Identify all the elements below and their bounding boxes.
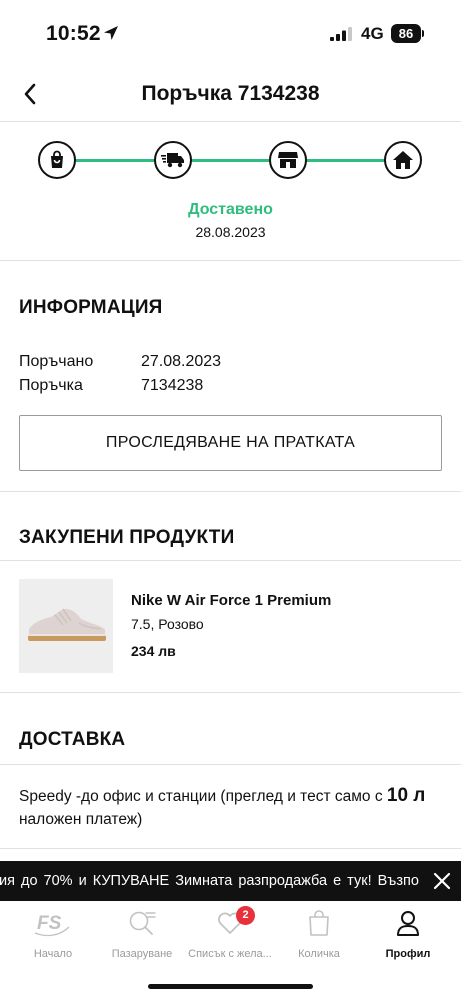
wishlist-badge: 2: [236, 906, 255, 925]
tab-icon-wrap: [273, 909, 365, 937]
divider: [0, 260, 461, 261]
divider: [0, 848, 461, 849]
close-icon[interactable]: [431, 870, 453, 892]
delivery-section-title: ДОСТАВКА: [19, 729, 126, 750]
step-delivered: [384, 141, 422, 179]
order-status: Доставено: [188, 201, 273, 218]
page-title: Поръчка 7134238: [141, 82, 320, 105]
battery-indicator: 86: [391, 24, 421, 43]
fs-logo-icon: FS: [34, 913, 70, 937]
promo-text: ия до 70% и КУПУВАНЕ Зимната разпродажба…: [0, 873, 419, 889]
tab-icon-wrap: [184, 909, 276, 937]
nav-header: Поръчка 7134238: [0, 66, 461, 122]
status-bar: 10:52 4G 86: [0, 0, 461, 66]
sneaker-image: [19, 579, 113, 673]
shopping-bag-icon: [309, 910, 329, 936]
product-variant: 7.5, Розово: [131, 616, 204, 632]
svg-text:FS: FS: [37, 913, 62, 934]
tab-label: Пазаруване: [111, 948, 173, 960]
promo-banner[interactable]: ия до 70% и КУПУВАНЕ Зимната разпродажба…: [0, 861, 461, 901]
step-shipped: [154, 141, 192, 179]
home-indicator: [148, 984, 313, 989]
location-arrow-icon: [104, 26, 118, 40]
step-ordered: [38, 141, 76, 179]
divider: [0, 491, 461, 492]
user-icon: [397, 911, 419, 936]
battery-tip: [422, 30, 424, 37]
progress-line: [57, 159, 403, 162]
delivery-text-bold: 10 л: [386, 785, 426, 806]
tab-cart[interactable]: Количка: [273, 901, 365, 976]
ordered-date: 27.08.2023: [141, 353, 222, 370]
delivery-text-line1: Speedy -до офис и станции (преглед и тес…: [19, 788, 387, 805]
tab-profile[interactable]: Профил: [362, 901, 454, 976]
tab-icon-wrap: [96, 909, 188, 937]
shopping-bag-icon: [51, 150, 63, 168]
tab-label: Профил: [385, 948, 431, 960]
tab-label: Начало: [33, 948, 73, 960]
status-date: 28.08.2023: [195, 224, 266, 240]
info-section-title: ИНФОРМАЦИЯ: [19, 297, 163, 318]
status-time: 10:52: [46, 22, 101, 45]
order-tracker: Доставено 28.08.2023: [0, 122, 461, 260]
product-image[interactable]: [19, 579, 113, 673]
tab-icon-wrap: FS: [7, 909, 99, 937]
ordered-label: Поръчано: [19, 353, 94, 370]
divider: [0, 692, 461, 693]
track-shipment-button[interactable]: ПРОСЛЕДЯВАНЕ НА ПРАТКАТА: [19, 415, 442, 471]
divider: [0, 560, 461, 561]
cellular-signal-icon: [330, 27, 352, 41]
product-price: 234 лв: [131, 643, 176, 659]
tab-label: Списък с жела...: [188, 948, 272, 960]
tab-home[interactable]: FS Начало: [7, 901, 99, 976]
tab-label: Количка: [298, 948, 340, 960]
store-icon: [278, 152, 298, 168]
product-name[interactable]: Nike W Air Force 1 Premium: [131, 592, 331, 609]
tab-shopping[interactable]: Пазаруване: [96, 901, 188, 976]
delivery-method: Speedy -до офис и станции (преглед и тес…: [19, 784, 461, 832]
order-number: 7134238: [141, 377, 204, 394]
network-type: 4G: [361, 24, 384, 43]
home-icon: [393, 151, 413, 169]
search-icon: [129, 911, 156, 935]
tab-wishlist[interactable]: Списък с жела...: [184, 901, 276, 976]
products-section-title: ЗАКУПЕНИ ПРОДУКТИ: [19, 527, 235, 548]
delivery-text-line2: наложен платеж): [19, 811, 143, 828]
order-label: Поръчка: [19, 377, 83, 394]
step-at-store: [269, 141, 307, 179]
delivery-truck-icon: [161, 153, 184, 168]
tab-icon-wrap: [362, 909, 454, 937]
divider: [0, 764, 461, 765]
